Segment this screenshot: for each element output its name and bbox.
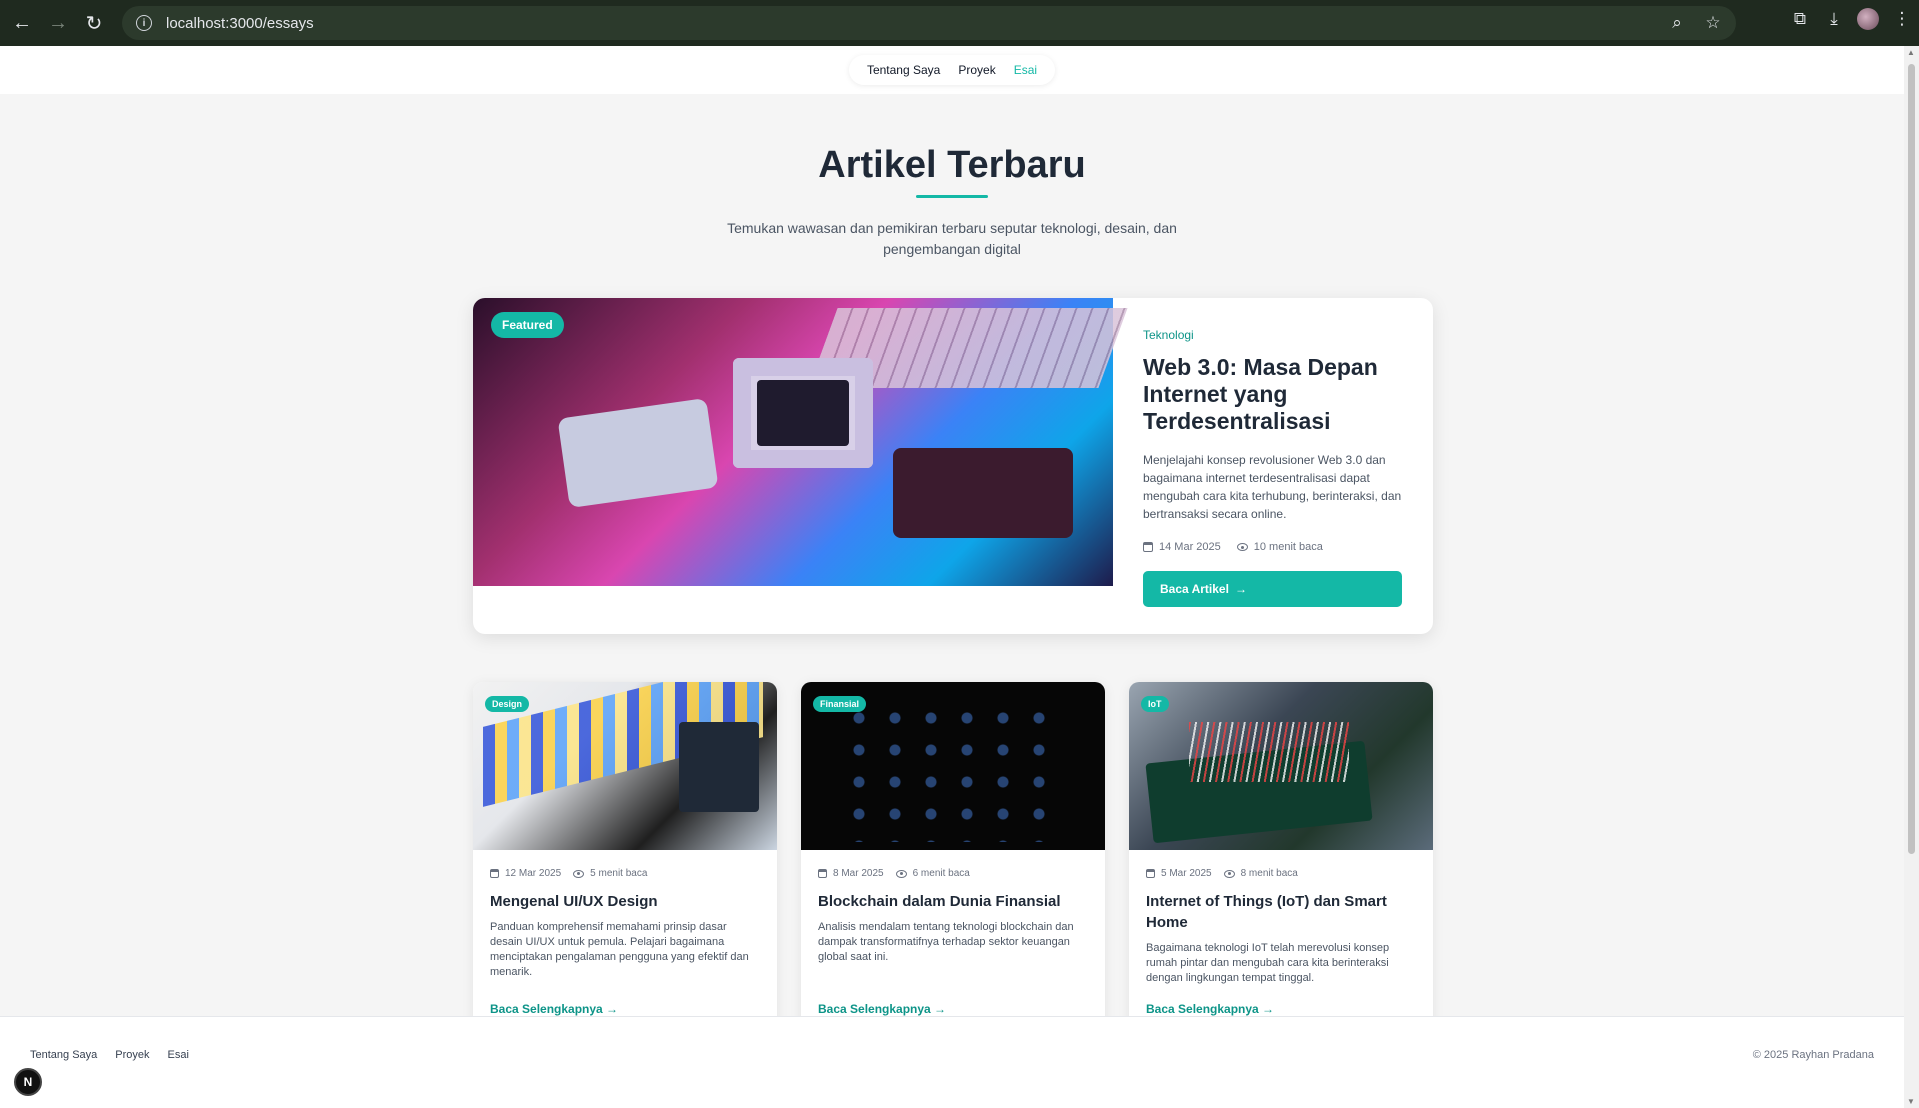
browser-toolbar: ← → ↻ i localhost:3000/essays ⌕ ☆ ⧉ ⤓ ⋮ bbox=[0, 0, 1919, 46]
menu-kebab-icon[interactable]: ⋮ bbox=[1891, 8, 1913, 30]
read-more-link[interactable]: Baca Selengkapnya → bbox=[1146, 1002, 1274, 1016]
site-info-icon[interactable]: i bbox=[136, 15, 152, 31]
palette-illustration bbox=[679, 722, 759, 812]
read-more-link[interactable]: Baca Selengkapnya → bbox=[818, 1002, 946, 1016]
featured-description: Menjelajahi konsep revolusioner Web 3.0 … bbox=[1143, 453, 1402, 521]
calendar-icon bbox=[1143, 542, 1153, 552]
footer-link-proyek[interactable]: Proyek bbox=[115, 1049, 149, 1061]
retro-computer-illustration bbox=[733, 358, 873, 468]
bookmark-star-icon[interactable]: ☆ bbox=[1702, 12, 1724, 34]
featured-date: 14 Mar 2025 bbox=[1159, 541, 1221, 553]
read-article-label: Baca Artikel bbox=[1160, 582, 1229, 596]
zoom-icon[interactable]: ⌕ bbox=[1666, 12, 1688, 34]
category-tag: IoT bbox=[1141, 696, 1169, 712]
featured-category: Teknologi bbox=[1143, 328, 1194, 342]
article-title[interactable]: Mengenal UI/UX Design bbox=[490, 891, 760, 912]
eye-icon bbox=[573, 869, 585, 878]
extensions-icon[interactable]: ⧉ bbox=[1789, 8, 1811, 30]
article-grid: Design 12 Mar 2025 5 menit baca Mengenal… bbox=[473, 682, 1433, 1042]
article-thumbnail[interactable]: Design bbox=[473, 682, 777, 850]
calendar-icon bbox=[818, 869, 827, 878]
article-read-time: 6 menit baca bbox=[912, 868, 970, 879]
article-title[interactable]: Internet of Things (IoT) dan Smart Home bbox=[1146, 891, 1416, 933]
eye-icon bbox=[1223, 869, 1235, 878]
top-nav-bar: Tentang Saya Proyek Esai bbox=[0, 46, 1904, 94]
article-thumbnail[interactable]: IoT bbox=[1129, 682, 1433, 850]
article-date: 5 Mar 2025 bbox=[1161, 868, 1212, 879]
article-thumbnail[interactable]: Finansial bbox=[801, 682, 1105, 850]
forward-icon[interactable]: → bbox=[40, 5, 76, 41]
read-article-button[interactable]: Baca Artikel → bbox=[1143, 571, 1402, 607]
article-read-time: 8 menit baca bbox=[1240, 868, 1298, 879]
nav-item-proyek[interactable]: Proyek bbox=[958, 63, 995, 77]
profile-avatar[interactable] bbox=[1857, 8, 1879, 30]
article-date: 8 Mar 2025 bbox=[833, 868, 884, 879]
article-description: Analisis mendalam tentang teknologi bloc… bbox=[818, 921, 1074, 963]
article-card[interactable]: Finansial 8 Mar 2025 6 menit baca Blockc… bbox=[801, 682, 1105, 1042]
featured-article-image[interactable]: Featured bbox=[473, 298, 1128, 586]
footer-link-tentang-saya[interactable]: Tentang Saya bbox=[30, 1049, 97, 1061]
nav-item-esai[interactable]: Esai bbox=[1014, 63, 1037, 77]
category-tag: Design bbox=[485, 696, 530, 712]
nextjs-dev-badge[interactable]: N bbox=[14, 1068, 42, 1096]
read-more-link[interactable]: Baca Selengkapnya → bbox=[490, 1002, 618, 1016]
scrollbar-thumb[interactable] bbox=[1908, 64, 1915, 854]
scroll-down-icon[interactable]: ▼ bbox=[1907, 1097, 1915, 1106]
article-description: Bagaimana teknologi IoT telah merevolusi… bbox=[1146, 942, 1390, 984]
title-underline bbox=[916, 195, 988, 198]
article-date: 12 Mar 2025 bbox=[505, 868, 562, 879]
footer-links: Tentang Saya Proyek Esai bbox=[30, 1049, 189, 1061]
page: Tentang Saya Proyek Esai Artikel Terbaru… bbox=[0, 46, 1904, 1108]
article-read-time: 5 menit baca bbox=[590, 868, 648, 879]
download-icon[interactable]: ⤓ bbox=[1823, 8, 1845, 30]
url-text[interactable]: localhost:3000/essays bbox=[166, 15, 314, 32]
blockchain-illustration bbox=[841, 702, 1061, 842]
copyright: © 2025 Rayhan Pradana bbox=[1752, 1049, 1874, 1061]
nav-item-tentang-saya[interactable]: Tentang Saya bbox=[867, 63, 940, 77]
featured-badge: Featured bbox=[491, 312, 564, 338]
category-tag: Finansial bbox=[813, 696, 867, 712]
page-subtitle: Temukan wawasan dan pemikiran terbaru se… bbox=[727, 220, 1177, 257]
reload-icon[interactable]: ↻ bbox=[76, 5, 112, 41]
hero-section: Artikel Terbaru Temukan wawasan dan pemi… bbox=[0, 94, 1904, 260]
featured-meta: 14 Mar 2025 10 menit baca bbox=[1143, 541, 1403, 553]
page-scrollbar[interactable]: ▲ ▼ bbox=[1904, 46, 1919, 1108]
nav-pill: Tentang Saya Proyek Esai bbox=[848, 55, 1056, 85]
gameboy-illustration bbox=[557, 397, 719, 509]
footer-link-esai[interactable]: Esai bbox=[168, 1049, 189, 1061]
article-title[interactable]: Blockchain dalam Dunia Finansial bbox=[818, 891, 1088, 912]
arrow-right-icon: → bbox=[1234, 582, 1247, 596]
back-icon[interactable]: ← bbox=[4, 5, 40, 41]
article-card[interactable]: IoT 5 Mar 2025 8 menit baca Internet of … bbox=[1129, 682, 1433, 1042]
wires-illustration bbox=[1189, 722, 1349, 782]
eye-icon bbox=[1236, 543, 1248, 551]
calendar-icon bbox=[490, 869, 499, 878]
footer: Tentang Saya Proyek Esai © 2025 Rayhan P… bbox=[0, 1016, 1904, 1108]
featured-article-card[interactable]: Featured Teknologi Web 3.0: Masa Depan I… bbox=[473, 298, 1433, 634]
device-illustration bbox=[893, 448, 1073, 538]
article-card[interactable]: Design 12 Mar 2025 5 menit baca Mengenal… bbox=[473, 682, 777, 1042]
featured-title[interactable]: Web 3.0: Masa Depan Internet yang Terdes… bbox=[1143, 354, 1403, 435]
eye-icon bbox=[895, 869, 907, 878]
featured-read-time: 10 menit baca bbox=[1253, 541, 1323, 553]
featured-article-content: Teknologi Web 3.0: Masa Depan Internet y… bbox=[1143, 328, 1403, 607]
page-title: Artikel Terbaru bbox=[818, 144, 1086, 186]
article-description: Panduan komprehensif memahami prinsip da… bbox=[490, 921, 749, 978]
scroll-up-icon[interactable]: ▲ bbox=[1907, 48, 1915, 57]
calendar-icon bbox=[1146, 869, 1155, 878]
address-bar[interactable]: i localhost:3000/essays ⌕ ☆ bbox=[122, 6, 1736, 40]
